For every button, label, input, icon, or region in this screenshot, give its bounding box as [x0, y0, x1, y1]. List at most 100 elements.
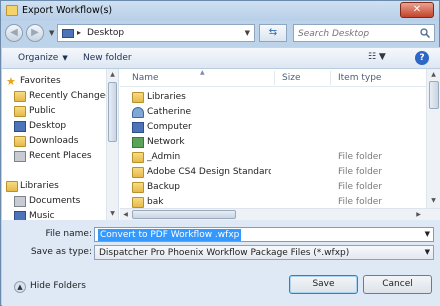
- computer-icon: [132, 122, 144, 133]
- column-size[interactable]: Size: [282, 73, 300, 83]
- sidebar-item-label: Music: [29, 211, 55, 220]
- sidebar-item-public[interactable]: Public: [2, 104, 106, 119]
- sidebar-item-label: Recently Changed: [29, 91, 106, 101]
- navigation-pane: ★ Favorites Recently Changed Public Desk…: [2, 69, 119, 220]
- file-name-field[interactable]: Convert to PDF Workflow .wfxp ▼: [94, 227, 434, 242]
- folder-icon: [132, 152, 144, 163]
- file-name-label: File name:: [45, 229, 92, 239]
- sidebar-item-recently-changed[interactable]: Recently Changed: [2, 89, 106, 104]
- scroll-left-icon[interactable]: ◀: [121, 210, 130, 219]
- file-name: Adobe CS4 Design Standard (In...: [147, 167, 271, 177]
- sidebar-item-label: Libraries: [20, 181, 59, 191]
- recent-pages-chevron-icon[interactable]: ▼: [49, 29, 54, 37]
- libraries-icon: [132, 92, 144, 103]
- list-item[interactable]: Libraries: [120, 90, 426, 105]
- forward-arrow-icon[interactable]: ▶: [26, 24, 44, 42]
- sidebar-item-music[interactable]: Music: [2, 209, 106, 220]
- close-button[interactable]: ✕: [400, 2, 434, 18]
- search-icon[interactable]: [420, 28, 430, 38]
- sidebar-item-desktop[interactable]: Desktop: [2, 119, 106, 134]
- sort-caret-icon: ▲: [200, 69, 205, 76]
- list-item[interactable]: _Admin File folder: [120, 150, 426, 165]
- sidebar-item-libraries[interactable]: Libraries: [2, 179, 106, 194]
- scroll-right-icon[interactable]: ▶: [414, 210, 423, 219]
- folder-icon: [132, 167, 144, 178]
- sidebar-item-favorites[interactable]: ★ Favorites: [2, 74, 106, 89]
- help-icon[interactable]: ?: [415, 51, 429, 65]
- file-list-hscrollbar[interactable]: ◀ ▶: [120, 208, 440, 220]
- column-item-type[interactable]: Item type: [338, 73, 381, 83]
- breadcrumb-chevron-icon[interactable]: ▸: [77, 28, 81, 37]
- file-name: bak: [147, 197, 164, 207]
- folder-icon: [6, 5, 18, 16]
- list-item[interactable]: Backup File folder: [120, 180, 426, 195]
- sidebar-item-downloads[interactable]: Downloads: [2, 134, 106, 149]
- search-box[interactable]: [293, 24, 435, 42]
- scroll-down-icon[interactable]: ▼: [108, 209, 117, 218]
- list-item[interactable]: Catherine: [120, 105, 426, 120]
- folder-icon: [14, 106, 26, 117]
- folder-icon: [132, 197, 144, 208]
- star-icon: ★: [6, 75, 16, 88]
- scroll-thumb[interactable]: [429, 81, 439, 109]
- save-form: File name: Convert to PDF Workflow .wfxp…: [2, 220, 440, 306]
- recent-places-icon: [14, 151, 26, 162]
- hide-folders-label: Hide Folders: [30, 281, 86, 291]
- refresh-button[interactable]: ⇆: [259, 24, 287, 42]
- title-bar[interactable]: Export Workflow(s) ✕: [1, 1, 439, 21]
- sidebar-scrollbar[interactable]: ▲ ▼: [106, 69, 118, 220]
- file-list: ▲ Name Size Item type Libraries Catherin…: [120, 69, 440, 220]
- file-name: Network: [147, 137, 185, 147]
- address-bar[interactable]: ▸ Desktop ▼: [57, 24, 255, 42]
- organize-button[interactable]: Organize ▼: [18, 53, 68, 63]
- scroll-thumb[interactable]: [132, 210, 236, 219]
- sidebar-item-label: Recent Places: [29, 151, 92, 161]
- scroll-thumb[interactable]: [108, 82, 117, 142]
- breadcrumb-desktop[interactable]: Desktop: [87, 28, 124, 38]
- file-name: _Admin: [147, 152, 181, 162]
- chevron-down-icon[interactable]: ▼: [425, 230, 430, 238]
- view-options-icon[interactable]: ☷ ▼: [368, 52, 394, 65]
- file-name: Computer: [147, 122, 192, 132]
- back-arrow-icon[interactable]: ◀: [5, 24, 23, 42]
- file-name-value[interactable]: Convert to PDF Workflow .wfxp: [98, 229, 242, 241]
- file-name: Libraries: [147, 92, 186, 102]
- sidebar-item-label: Public: [29, 106, 56, 116]
- scroll-down-icon[interactable]: ▼: [429, 196, 438, 205]
- content-area: ★ Favorites Recently Changed Public Desk…: [2, 69, 440, 220]
- chevron-up-icon: ▲: [14, 281, 26, 293]
- new-folder-button[interactable]: New folder: [83, 53, 132, 63]
- sidebar-item-label: Favorites: [20, 76, 61, 86]
- list-item[interactable]: Adobe CS4 Design Standard (In... File fo…: [120, 165, 426, 180]
- chevron-down-icon[interactable]: ▼: [425, 248, 430, 256]
- sidebar-item-documents[interactable]: Documents: [2, 194, 106, 209]
- sidebar-item-label: Desktop: [29, 121, 67, 131]
- chevron-down-icon: ▼: [62, 54, 68, 62]
- save-type-label: Save as type:: [30, 247, 92, 257]
- file-type: File folder: [338, 197, 383, 207]
- column-header: ▲ Name Size Item type: [120, 69, 426, 87]
- save-button[interactable]: Save: [289, 275, 358, 294]
- window-title: Export Workflow(s): [22, 5, 113, 16]
- column-divider[interactable]: [274, 71, 275, 85]
- column-name[interactable]: Name: [132, 73, 159, 83]
- save-type-select[interactable]: Dispatcher Pro Phoenix Workflow Package …: [94, 245, 434, 260]
- folder-icon: [14, 91, 26, 102]
- scroll-up-icon[interactable]: ▲: [429, 70, 438, 79]
- music-icon: [14, 211, 26, 220]
- column-divider[interactable]: [330, 71, 331, 85]
- command-toolbar: Organize ▼ New folder ☷ ▼ ?: [2, 47, 440, 69]
- file-list-scrollbar[interactable]: ▲ ▼: [426, 69, 440, 208]
- list-item[interactable]: Network: [120, 135, 426, 150]
- file-name: Backup: [147, 182, 180, 192]
- sidebar-item-label: Downloads: [29, 136, 79, 146]
- search-input[interactable]: [298, 27, 416, 40]
- file-type: File folder: [338, 167, 383, 177]
- cancel-button[interactable]: Cancel: [363, 275, 432, 294]
- network-icon: [132, 137, 144, 148]
- address-dropdown-icon[interactable]: ▼: [245, 29, 250, 37]
- file-name: Catherine: [147, 107, 192, 117]
- sidebar-item-recent-places[interactable]: Recent Places: [2, 149, 106, 164]
- scroll-up-icon[interactable]: ▲: [108, 70, 117, 79]
- list-item[interactable]: Computer: [120, 120, 426, 135]
